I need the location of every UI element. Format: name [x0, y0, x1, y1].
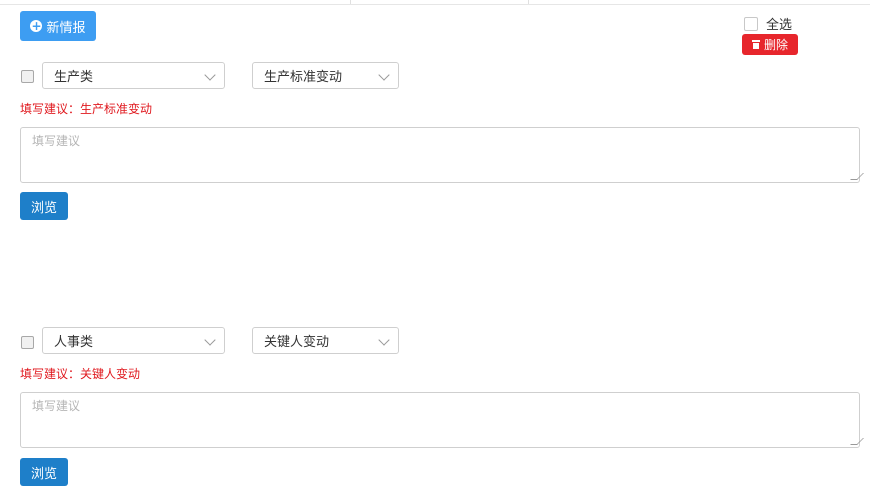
- chevron-down-icon: [378, 334, 390, 346]
- checkbox-box[interactable]: [744, 16, 758, 31]
- delete-button[interactable]: 删除: [742, 34, 798, 55]
- category-select[interactable]: 人事类: [42, 327, 225, 354]
- subcategory-value: 生产标准变动: [264, 70, 343, 85]
- resize-handle-icon[interactable]: [850, 173, 864, 180]
- new-intel-button[interactable]: + 新情报: [20, 11, 96, 41]
- category-select[interactable]: 生产类: [42, 62, 225, 89]
- entry-checkbox[interactable]: [21, 336, 34, 349]
- top-border: [0, 0, 870, 5]
- new-intel-label: 新情报: [46, 20, 86, 36]
- subcategory-value: 关键人变动: [264, 335, 330, 350]
- subcategory-select[interactable]: 关键人变动: [252, 327, 399, 354]
- suggestion-textarea[interactable]: 填写建议: [20, 127, 864, 183]
- trash-icon: [751, 40, 760, 49]
- delete-label: 删除: [763, 38, 788, 52]
- tab-divider: [350, 0, 351, 4]
- browse-button[interactable]: 浏览: [20, 192, 68, 220]
- textarea-placeholder: 填写建议: [32, 134, 81, 148]
- browse-button[interactable]: 浏览: [20, 458, 68, 486]
- suggestion-textarea[interactable]: 填写建议: [20, 392, 864, 448]
- category-value: 人事类: [54, 335, 94, 350]
- entry-checkbox[interactable]: [21, 70, 34, 83]
- subcategory-select[interactable]: 生产标准变动: [252, 62, 399, 89]
- resize-handle-icon[interactable]: [850, 438, 864, 445]
- chevron-down-icon: [204, 334, 216, 346]
- browse-label: 浏览: [30, 200, 57, 216]
- chevron-down-icon: [378, 69, 390, 81]
- browse-label: 浏览: [30, 466, 57, 482]
- suggestion-text: 填写建议：生产标准变动: [20, 102, 153, 116]
- select-all-label: 全选: [766, 18, 793, 33]
- select-all-checkbox[interactable]: 全选: [744, 14, 792, 33]
- chevron-down-icon: [204, 69, 216, 81]
- suggestion-text: 填写建议：关键人变动: [20, 367, 141, 381]
- category-value: 生产类: [54, 70, 94, 85]
- tab-divider: [528, 0, 529, 4]
- textarea-placeholder: 填写建议: [32, 399, 81, 413]
- plus-circle-icon: +: [30, 19, 43, 33]
